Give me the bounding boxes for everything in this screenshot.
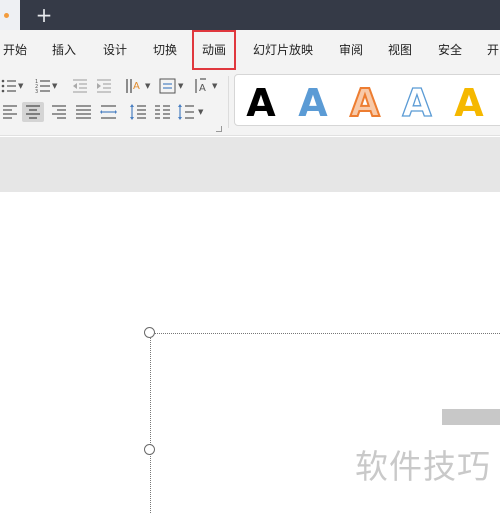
line-spacing-options-icon[interactable]	[176, 102, 198, 122]
tab-security[interactable]: 安全	[438, 30, 462, 70]
tab-view[interactable]: 视图	[388, 30, 412, 70]
tab-transitions[interactable]: 切换	[153, 30, 177, 70]
tab-more[interactable]: 开	[487, 30, 499, 70]
placeholder-bar	[442, 409, 500, 425]
text-direction-icon[interactable]: A	[124, 76, 146, 96]
tab-review[interactable]: 审阅	[339, 30, 363, 70]
align-left-icon[interactable]	[0, 102, 22, 122]
distribute-icon[interactable]	[98, 102, 120, 122]
tab-home[interactable]: 开始	[3, 30, 27, 70]
bullet-list-dropdown-icon[interactable]: ▼	[18, 82, 23, 90]
align-center-icon[interactable]	[22, 102, 44, 122]
paragraph-spacing-icon[interactable]	[128, 102, 150, 122]
resize-handle-left[interactable]	[144, 444, 155, 455]
text-style-outline[interactable]: A	[395, 79, 439, 123]
numbered-list-dropdown-icon[interactable]: ▼	[52, 82, 57, 90]
text-style-gold-letter: A	[454, 81, 484, 123]
align-right-icon[interactable]	[48, 102, 70, 122]
paragraph-tools: ▼ 123 ▼ A ▼ ▼ A ▼ ▼	[0, 74, 230, 136]
svg-text:A: A	[199, 83, 206, 94]
tab-insert[interactable]: 插入	[52, 30, 76, 70]
text-style-gold[interactable]: A	[447, 79, 491, 123]
decrease-indent-icon[interactable]	[70, 76, 92, 96]
tab-design[interactable]: 设计	[103, 30, 127, 70]
text-style-blue-letter: A	[298, 81, 328, 123]
increase-indent-icon[interactable]	[94, 76, 116, 96]
text-style-blue[interactable]: A	[291, 79, 335, 123]
text-style-black[interactable]: A	[239, 79, 283, 123]
ribbon-divider	[228, 76, 229, 128]
tab-slideshow[interactable]: 幻灯片放映	[253, 30, 313, 70]
text-direction-dropdown-icon[interactable]: ▼	[145, 82, 150, 90]
unsaved-dot-icon	[4, 13, 9, 18]
text-style-gallery: A A A A A	[234, 74, 500, 126]
align-text-icon[interactable]	[158, 76, 180, 96]
line-spacing-options-dropdown-icon[interactable]: ▼	[198, 108, 203, 116]
line-spacing-dropdown-icon[interactable]: ▼	[212, 82, 217, 90]
columns-icon[interactable]	[152, 102, 174, 122]
text-style-black-letter: A	[246, 81, 276, 123]
document-tab[interactable]	[0, 0, 20, 30]
line-spacing-icon[interactable]: A	[192, 76, 214, 96]
new-tab-button[interactable]: +	[34, 2, 54, 28]
svg-text:A: A	[133, 81, 140, 92]
text-style-orange-letter: A	[350, 81, 380, 123]
svg-text:3: 3	[35, 89, 38, 95]
text-style-outline-letter: A	[402, 81, 432, 123]
text-style-orange[interactable]: A	[343, 79, 387, 123]
menu-bar: 开始 插入 设计 切换 动画 幻灯片放映 审阅 视图 安全 开	[0, 30, 500, 70]
paragraph-settings-launcher-icon[interactable]	[216, 126, 222, 132]
align-text-dropdown-icon[interactable]: ▼	[178, 82, 183, 90]
justify-icon[interactable]	[73, 102, 95, 122]
watermark: 软件技巧	[355, 447, 491, 486]
title-bar: +	[0, 0, 500, 30]
slide-workspace-top	[0, 137, 500, 192]
resize-handle-top-left[interactable]	[144, 327, 155, 338]
tab-animation[interactable]: 动画	[192, 30, 236, 70]
